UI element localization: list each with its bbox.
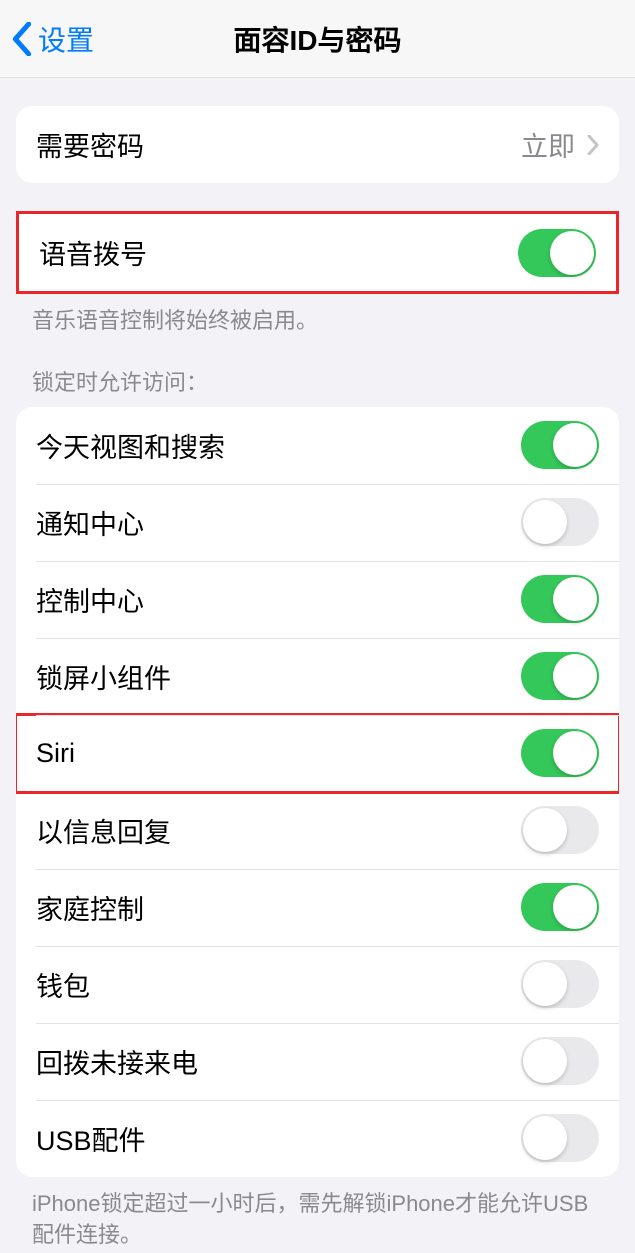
usb-row: USB配件 — [16, 1100, 619, 1177]
wallet-toggle[interactable] — [521, 960, 599, 1008]
siri-toggle[interactable] — [521, 729, 599, 777]
voice-dial-label: 语音拨号 — [39, 233, 147, 272]
chevron-right-icon — [587, 135, 599, 155]
usb-label: USB配件 — [36, 1119, 146, 1158]
today-view-label: 今天视图和搜索 — [36, 426, 225, 465]
siri-row: Siri — [16, 715, 619, 792]
siri-label: Siri — [36, 738, 75, 769]
today-view-toggle[interactable] — [521, 421, 599, 469]
notifications-label: 通知中心 — [36, 503, 144, 542]
usb-toggle[interactable] — [521, 1114, 599, 1162]
lock-access-group: 今天视图和搜索 通知中心 控制中心 锁屏小组件 Siri 以信息回复 家庭控制 — [16, 407, 619, 1177]
chevron-left-icon — [12, 22, 32, 56]
reply-message-row: 以信息回复 — [16, 792, 619, 869]
reply-message-toggle[interactable] — [521, 806, 599, 854]
wallet-label: 钱包 — [36, 965, 90, 1004]
return-calls-row: 回拨未接来电 — [16, 1023, 619, 1100]
control-center-label: 控制中心 — [36, 580, 144, 619]
notifications-toggle[interactable] — [521, 498, 599, 546]
navbar: 设置 面容ID与密码 — [0, 0, 635, 78]
home-control-row: 家庭控制 — [16, 869, 619, 946]
widgets-toggle[interactable] — [521, 652, 599, 700]
wallet-row: 钱包 — [16, 946, 619, 1023]
lock-access-header: 锁定时允许访问： — [0, 337, 635, 407]
voice-dial-row: 语音拨号 — [19, 214, 616, 291]
widgets-label: 锁屏小组件 — [36, 657, 171, 696]
passcode-group: 需要密码 立即 — [16, 106, 619, 183]
home-control-label: 家庭控制 — [36, 888, 144, 927]
back-label: 设置 — [38, 19, 94, 59]
reply-message-label: 以信息回复 — [36, 811, 171, 850]
return-calls-label: 回拨未接来电 — [36, 1042, 198, 1081]
require-passcode-value: 立即 — [521, 125, 575, 164]
voice-dial-toggle[interactable] — [518, 229, 596, 277]
page-title: 面容ID与密码 — [233, 19, 401, 59]
today-view-row: 今天视图和搜索 — [16, 407, 619, 484]
back-button[interactable]: 设置 — [0, 19, 94, 59]
home-control-toggle[interactable] — [521, 883, 599, 931]
voice-dial-group: 语音拨号 — [16, 211, 619, 294]
notifications-row: 通知中心 — [16, 484, 619, 561]
usb-footer: iPhone锁定超过一小时后，需先解锁iPhone才能允许USB配件连接。 — [0, 1177, 635, 1251]
require-passcode-label: 需要密码 — [36, 125, 144, 164]
require-passcode-row[interactable]: 需要密码 立即 — [16, 106, 619, 183]
control-center-toggle[interactable] — [521, 575, 599, 623]
return-calls-toggle[interactable] — [521, 1037, 599, 1085]
widgets-row: 锁屏小组件 — [16, 638, 619, 715]
control-center-row: 控制中心 — [16, 561, 619, 638]
voice-dial-footer: 音乐语音控制将始终被启用。 — [0, 294, 635, 337]
